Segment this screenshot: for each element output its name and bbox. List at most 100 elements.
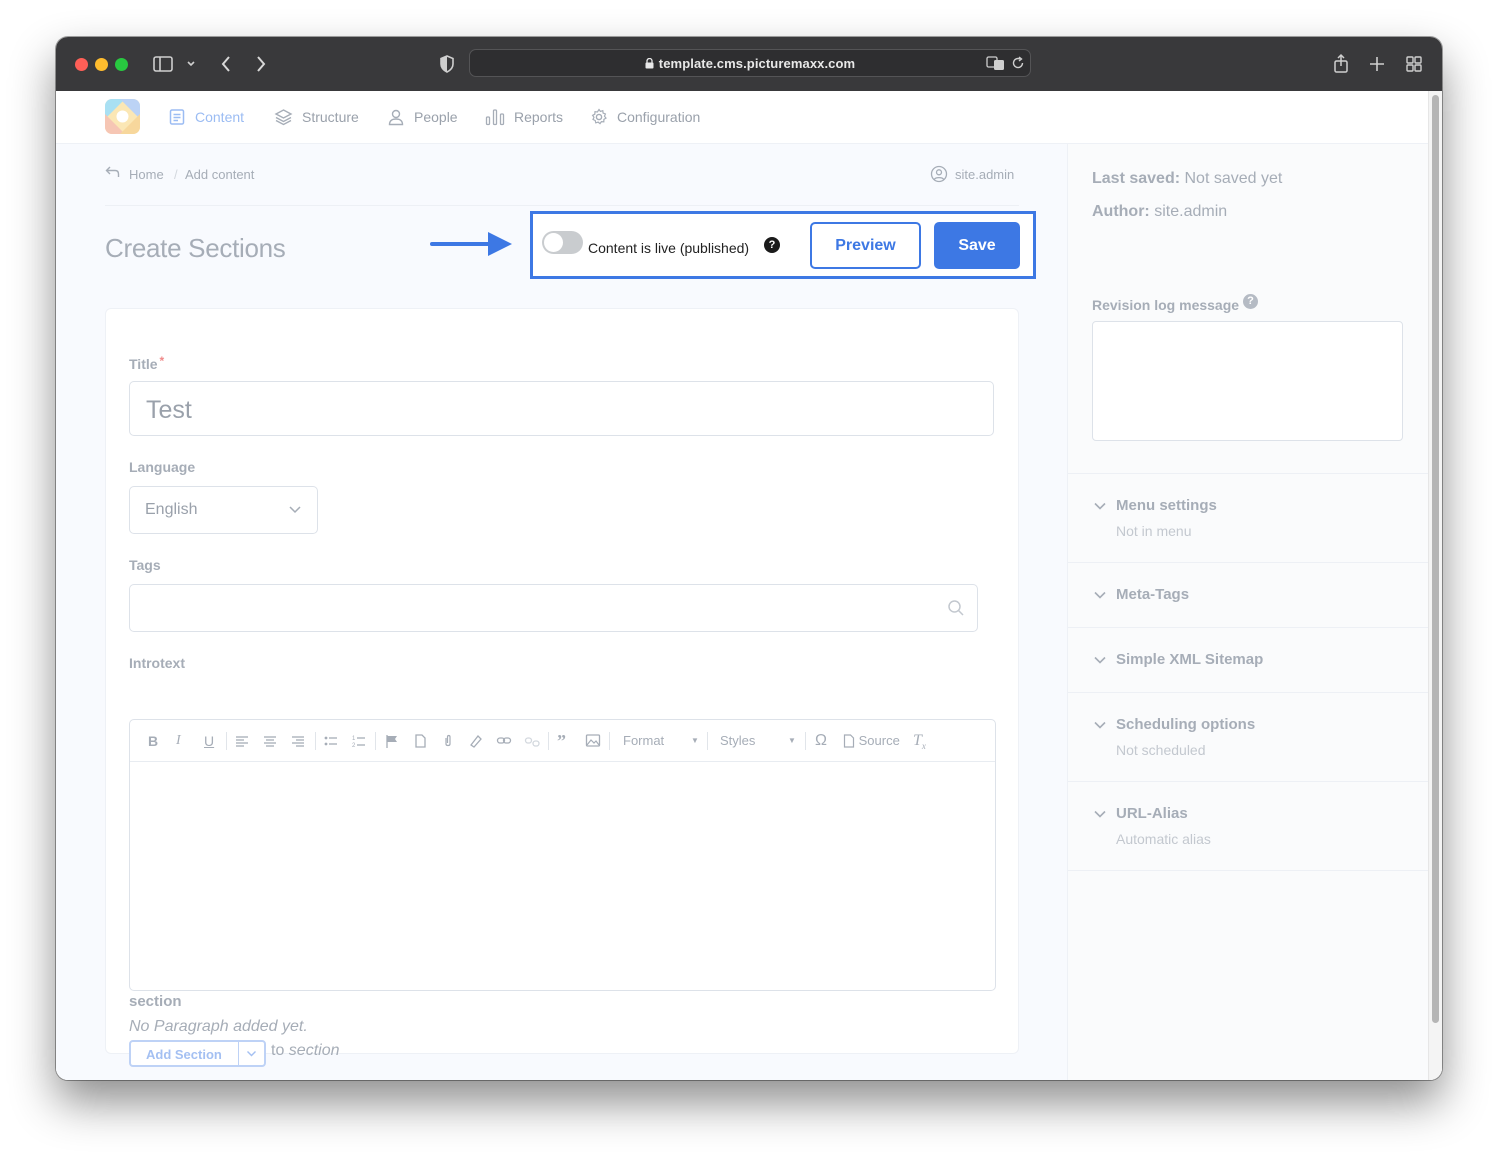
accordion-scheduling-options[interactable]: Scheduling options	[1116, 716, 1255, 733]
minimize-window-icon[interactable]	[95, 58, 108, 71]
author-label: Author:	[1092, 203, 1150, 220]
chevron-down-icon[interactable]	[246, 1050, 257, 1058]
tags-input[interactable]	[129, 584, 978, 632]
share-icon[interactable]	[1328, 51, 1354, 77]
to-text: to	[271, 1042, 285, 1059]
language-select-value: English	[145, 501, 198, 518]
italic-icon[interactable]: I	[176, 730, 181, 752]
nav-structure[interactable]: Structure	[274, 106, 359, 128]
revision-log-label: Revision log message	[1092, 297, 1240, 313]
underline-icon[interactable]: U	[204, 730, 214, 752]
nav-people[interactable]: People	[387, 106, 458, 128]
language-select[interactable]: English	[129, 486, 318, 534]
highlight-icon[interactable]	[468, 730, 484, 752]
svg-text:1: 1	[352, 736, 356, 742]
unlink-icon[interactable]	[524, 730, 540, 752]
toolbar-separator	[707, 732, 708, 750]
introtext-editor: B I U 12 ” Format ▼ Styles ▼ Ω Source Tx	[129, 719, 996, 991]
nav-people-label: People	[414, 109, 458, 125]
add-section-button[interactable]: Add Section	[129, 1040, 266, 1067]
title-label: Title *	[129, 354, 164, 372]
revision-log-textarea[interactable]	[1092, 321, 1403, 441]
accordion-menu-settings-summary: Not in menu	[1116, 523, 1192, 539]
sidebar-divider	[1068, 692, 1428, 693]
sidebar-divider	[1068, 562, 1428, 563]
flag-icon[interactable]	[385, 730, 399, 752]
accordion-menu-settings[interactable]: Menu settings	[1116, 497, 1217, 514]
chevron-down-icon[interactable]	[180, 51, 206, 77]
browser-window: template.cms.picturemaxx.com Content Str…	[56, 37, 1442, 1080]
accordion-url-alias[interactable]: URL-Alias	[1116, 805, 1188, 822]
styles-dropdown[interactable]: Styles ▼	[720, 730, 800, 752]
breadcrumb-home[interactable]: Home	[129, 167, 164, 182]
annotation-arrow-icon	[430, 230, 514, 263]
sidebar-toggle-icon[interactable]	[151, 51, 177, 77]
chevron-down-icon	[1094, 656, 1106, 664]
person-icon	[388, 109, 404, 126]
url-text: template.cms.picturemaxx.com	[470, 50, 1030, 76]
numbered-list-icon[interactable]: 12	[352, 730, 366, 752]
caret-down-icon: ▼	[788, 736, 796, 745]
accordion-scheduling-summary: Not scheduled	[1116, 742, 1206, 758]
close-window-icon[interactable]	[75, 58, 88, 71]
add-section-label: Add Section	[146, 1047, 222, 1062]
new-tab-icon[interactable]	[1364, 51, 1390, 77]
align-left-icon[interactable]	[235, 730, 249, 752]
address-bar[interactable]: template.cms.picturemaxx.com	[469, 49, 1031, 77]
accordion-url-alias-summary: Automatic alias	[1116, 831, 1211, 847]
lock-icon	[645, 51, 654, 78]
toolbar-separator	[315, 732, 316, 750]
attachment-icon[interactable]	[441, 730, 455, 752]
page-scrollbar[interactable]	[1428, 91, 1442, 1080]
cms-app: Content Structure People Reports Configu…	[56, 91, 1442, 1080]
document-icon	[169, 109, 185, 125]
remove-format-icon[interactable]: Tx	[913, 730, 926, 752]
reload-icon[interactable]	[1011, 56, 1025, 75]
styles-dropdown-label: Styles	[720, 733, 756, 748]
user-menu-link[interactable]: site.admin	[955, 167, 1014, 182]
special-character-icon[interactable]: Ω	[815, 730, 827, 752]
tab-overview-icon[interactable]	[1401, 51, 1427, 77]
last-saved-value: Not saved yet	[1184, 170, 1283, 187]
help-icon[interactable]: ?	[1243, 294, 1258, 309]
blockquote-icon[interactable]: ”	[557, 730, 566, 752]
bold-icon[interactable]: B	[148, 730, 158, 752]
chevron-down-icon	[1094, 502, 1106, 510]
source-button[interactable]: Source	[843, 730, 900, 752]
accordion-meta-tags[interactable]: Meta-Tags	[1116, 586, 1189, 603]
editor-toolbar: B I U 12 ” Format ▼ Styles ▼ Ω Source Tx	[130, 720, 995, 762]
editor-content-area[interactable]	[130, 763, 995, 990]
no-paragraph-message: No Paragraph added yet.	[129, 1018, 308, 1035]
format-dropdown[interactable]: Format ▼	[623, 730, 703, 752]
title-field-value: Test	[146, 396, 192, 424]
title-field[interactable]: Test	[129, 381, 994, 436]
bulleted-list-icon[interactable]	[324, 730, 338, 752]
header-divider	[105, 205, 1019, 206]
section-label: section	[129, 993, 182, 1010]
scrollbar-thumb[interactable]	[1432, 95, 1439, 1023]
published-toggle[interactable]	[542, 231, 583, 254]
page-title: Create Sections	[105, 233, 286, 263]
align-center-icon[interactable]	[263, 730, 277, 752]
save-button[interactable]: Save	[934, 222, 1020, 269]
nav-configuration[interactable]: Configuration	[590, 106, 700, 128]
chevron-down-icon	[1094, 810, 1106, 818]
help-icon[interactable]: ?	[764, 237, 780, 253]
site-logo[interactable]	[105, 99, 140, 134]
back-icon[interactable]	[214, 51, 240, 77]
sidebar-divider	[1068, 627, 1428, 628]
preview-button[interactable]: Preview	[810, 222, 921, 269]
required-marker: *	[159, 354, 165, 368]
back-arrow-icon[interactable]	[105, 165, 120, 182]
nav-content[interactable]: Content	[168, 106, 244, 128]
translate-icon[interactable]	[986, 55, 1006, 76]
nav-reports[interactable]: Reports	[485, 106, 563, 128]
image-icon[interactable]	[585, 730, 601, 752]
document-link-icon[interactable]	[413, 730, 427, 752]
accordion-xml-sitemap[interactable]: Simple XML Sitemap	[1116, 651, 1263, 668]
align-right-icon[interactable]	[291, 730, 305, 752]
forward-icon[interactable]	[248, 51, 274, 77]
maximize-window-icon[interactable]	[115, 58, 128, 71]
shield-icon[interactable]	[434, 51, 460, 77]
link-icon[interactable]	[496, 730, 512, 752]
